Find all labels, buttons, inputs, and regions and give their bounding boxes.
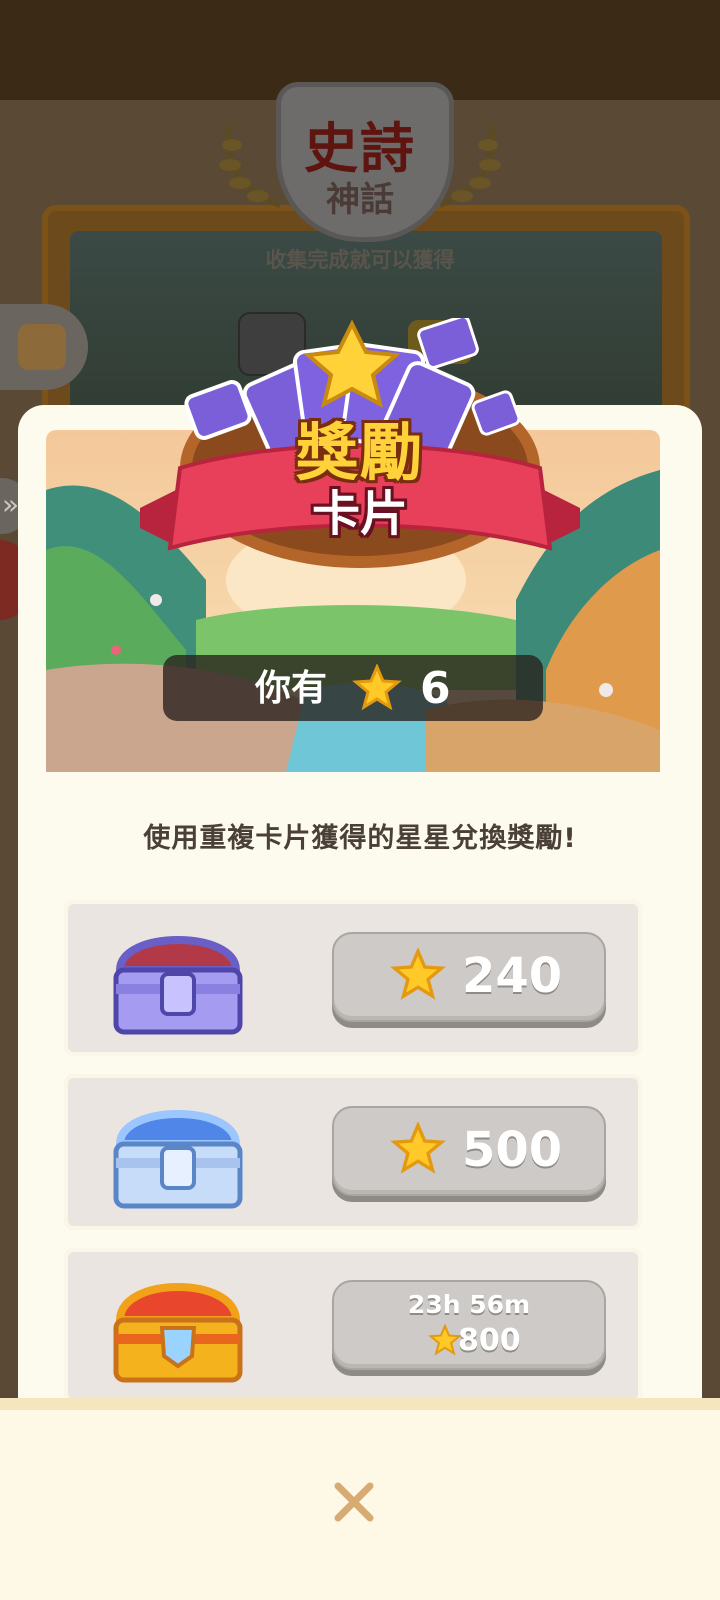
reward-row-purple: 240	[64, 900, 642, 1056]
stars-balance-count: 6	[420, 663, 451, 714]
purple-chest-icon	[113, 936, 243, 1035]
star-icon	[352, 664, 402, 711]
collect-hint: 收集完成就可以獲得	[265, 248, 455, 272]
buy-purple-chest-button[interactable]: 240	[332, 932, 606, 1022]
buy-blue-chest-button[interactable]: 500	[332, 1106, 606, 1196]
star-icon	[428, 1324, 462, 1356]
buy-gold-chest-button[interactable]: 23h 56m 800	[332, 1280, 606, 1370]
close-icon[interactable]	[330, 1478, 378, 1526]
price-label: 500	[462, 1122, 563, 1178]
album-subtitle: 神話	[326, 180, 394, 220]
side-avatar-tab[interactable]	[0, 304, 88, 390]
cooldown-timer: 23h 56m	[407, 1290, 531, 1319]
hamster-avatar-icon	[18, 324, 66, 370]
stars-balance-label: 你有	[255, 668, 328, 709]
reward-row-blue: 500	[64, 1074, 642, 1230]
star-icon	[390, 948, 446, 1000]
star-icon	[390, 1122, 446, 1174]
exchange-description: 使用重複卡片獲得的星星兌換獎勵!	[143, 823, 577, 854]
price-label: 800	[458, 1323, 521, 1358]
modal-subtitle: 卡片	[311, 486, 408, 542]
blue-chest-icon	[113, 1110, 243, 1209]
gold-chest-icon	[113, 1283, 243, 1383]
price-label: 240	[462, 948, 563, 1004]
reward-row-gold: 23h 56m 800	[64, 1248, 642, 1404]
